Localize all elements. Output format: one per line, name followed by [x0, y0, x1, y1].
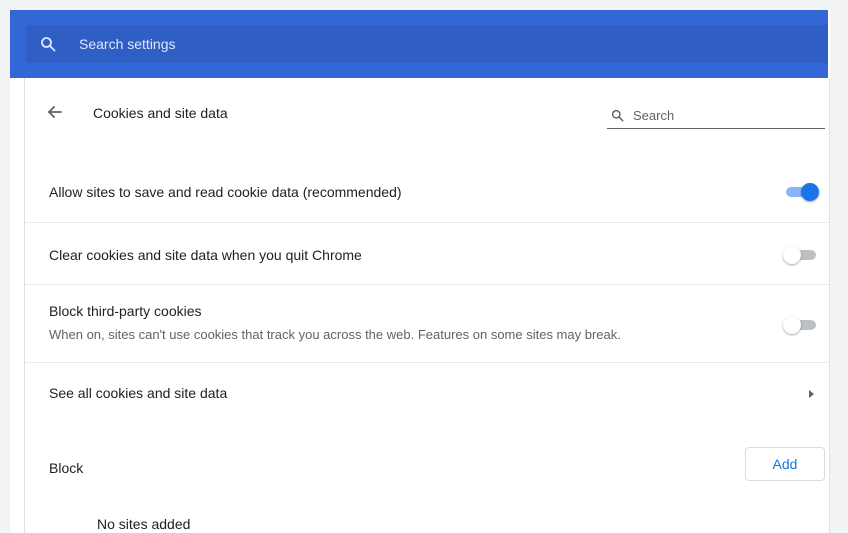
setting-row-block-third-party[interactable]: Block third-party cookies When on, sites…: [25, 284, 829, 362]
subpage-header: Cookies and site data: [25, 78, 829, 148]
search-icon: [609, 107, 625, 123]
block-section-header: Block Add: [25, 438, 829, 498]
toggle-knob: [783, 316, 801, 334]
setting-row-allow-cookies[interactable]: Allow sites to save and read cookie data…: [25, 160, 829, 222]
settings-search-bar[interactable]: Search settings: [26, 25, 828, 63]
subpage-search-input[interactable]: [631, 106, 815, 124]
setting-label: Block third-party cookies: [49, 303, 202, 319]
settings-search-placeholder: Search settings: [79, 36, 176, 52]
empty-list-message: No sites added: [97, 516, 191, 532]
allow-cookies-toggle[interactable]: [783, 182, 819, 202]
page-title: Cookies and site data: [93, 105, 228, 121]
setting-label: See all cookies and site data: [49, 385, 228, 401]
clear-on-quit-toggle[interactable]: [783, 245, 819, 265]
subpage-search-box[interactable]: [607, 102, 825, 129]
arrow-back-icon: [47, 104, 63, 125]
block-third-party-toggle[interactable]: [783, 315, 819, 335]
search-icon: [39, 35, 57, 53]
setting-description: When on, sites can't use cookies that tr…: [49, 327, 621, 342]
setting-label: Allow sites to save and read cookie data…: [49, 184, 402, 200]
setting-label: Clear cookies and site data when you qui…: [49, 247, 362, 263]
settings-window: Search settings Cookies and site data Se…: [0, 0, 848, 533]
block-section-title: Block: [49, 460, 84, 476]
left-gutter: [0, 0, 10, 533]
settings-header: Search settings: [10, 10, 828, 78]
setting-row-see-all-cookies[interactable]: See all cookies and site data: [25, 362, 829, 422]
toggle-knob: [801, 183, 819, 201]
toggle-knob: [783, 246, 801, 264]
add-blocked-site-button[interactable]: Add: [745, 447, 825, 481]
top-gutter: [0, 0, 848, 10]
setting-row-clear-on-quit[interactable]: Clear cookies and site data when you qui…: [25, 222, 829, 284]
right-gutter: [830, 0, 848, 533]
back-button[interactable]: [41, 100, 69, 128]
chevron-right-icon: [805, 388, 817, 400]
cookies-settings-card: Cookies and site data Allow sites to sav…: [24, 78, 830, 533]
